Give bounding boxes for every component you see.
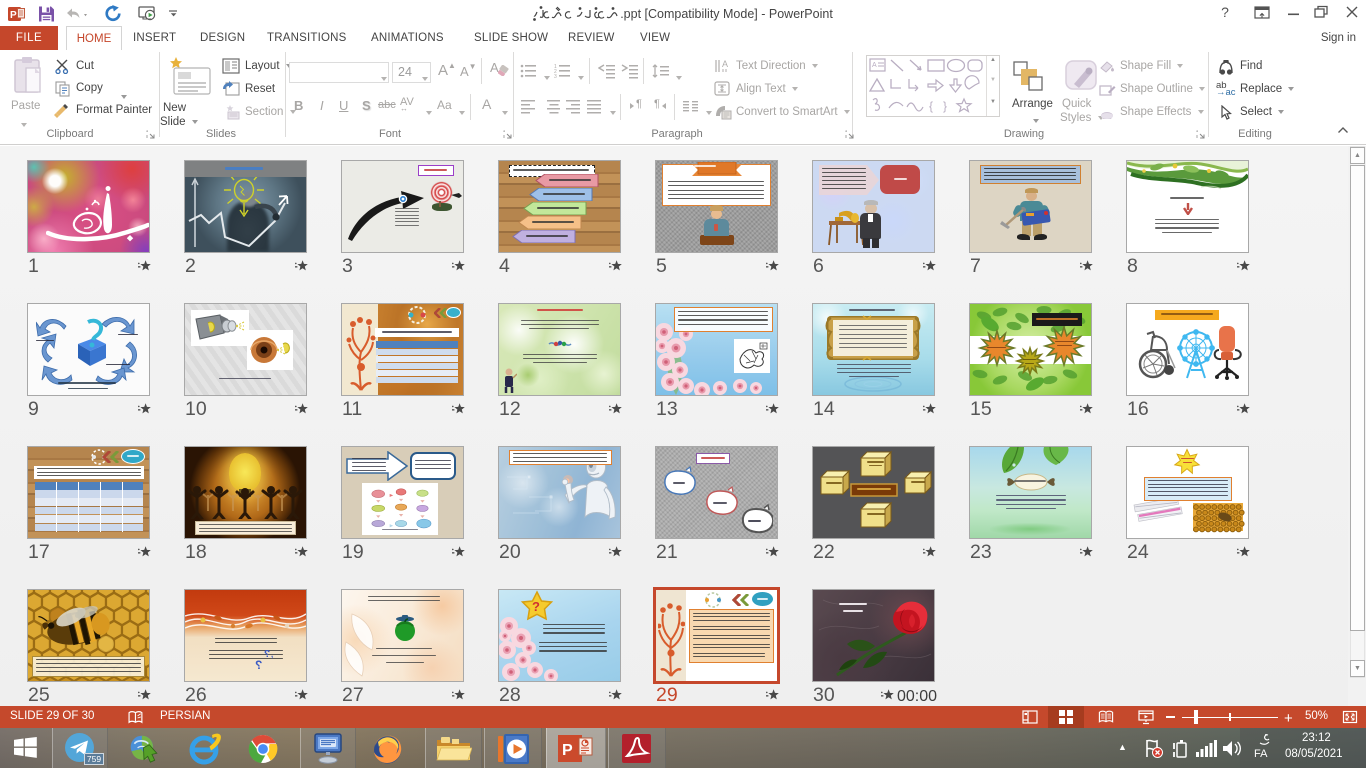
svg-text:A: A [722, 59, 728, 69]
svg-text:?: ? [532, 599, 540, 614]
svg-text:}: } [943, 99, 947, 113]
svg-text:A: A [872, 62, 877, 69]
svg-text:3: 3 [554, 74, 557, 79]
svg-text:{: { [929, 99, 933, 113]
svg-text:P: P [562, 742, 573, 759]
